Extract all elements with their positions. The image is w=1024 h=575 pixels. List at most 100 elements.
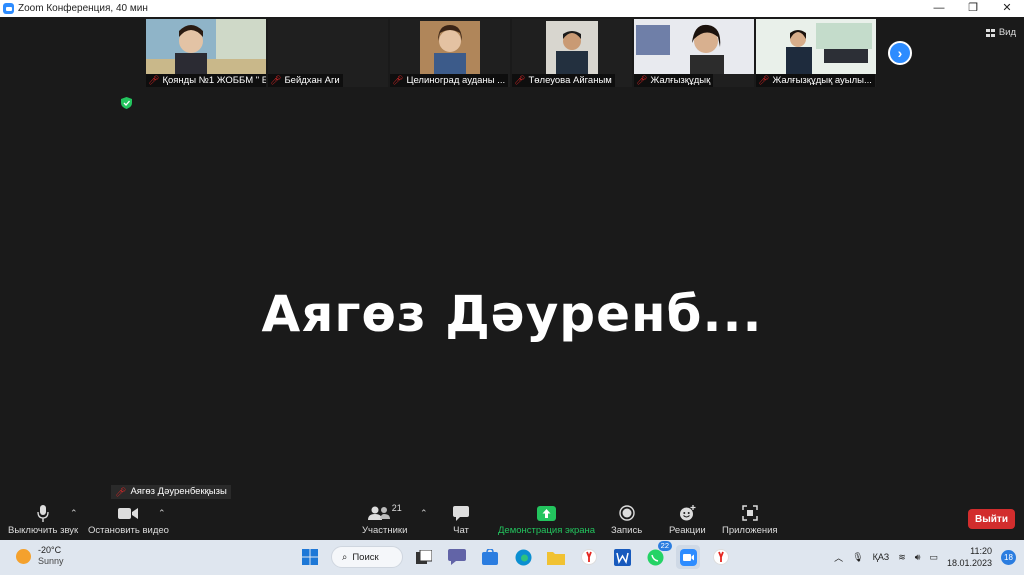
sun-icon: [16, 548, 31, 564]
start-button[interactable]: [298, 545, 322, 569]
wifi-icon[interactable]: ≋: [898, 552, 906, 563]
language-indicator[interactable]: ҚАЗ: [873, 552, 890, 562]
share-screen-label: Демонстрация экрана: [498, 525, 596, 536]
microphone-tray-icon[interactable]: 🎙︎: [852, 552, 863, 563]
record-label: Запись: [611, 525, 643, 536]
view-button[interactable]: Вид: [985, 27, 1016, 38]
notification-badge[interactable]: 18: [1001, 549, 1016, 565]
reactions-label: Реакции: [669, 525, 706, 536]
apps-label: Приложения: [722, 525, 778, 536]
mic-muted-icon: 🎤︎: [115, 487, 127, 497]
participant-name: Целиноград ауданы ...: [406, 75, 506, 86]
store-icon[interactable]: [478, 545, 502, 569]
mute-label: Выключить звук: [8, 525, 79, 536]
clock-date: 18.01.2023: [946, 558, 992, 568]
participant-name: Төлеуова Айганым: [528, 75, 612, 86]
participant-tile[interactable]: 🎤︎ Төлеуова Айганым: [512, 19, 632, 87]
camera-icon: [118, 507, 139, 519]
participant-tile[interactable]: 🎤︎ Целиноград ауданы ...: [390, 19, 510, 87]
mic-muted-icon: 🎤︎: [270, 75, 282, 85]
microphone-icon: [37, 504, 49, 522]
participant-video: [390, 19, 510, 74]
participants-count: 21: [391, 503, 402, 513]
stop-video-label: Остановить видео: [88, 525, 169, 536]
word-icon[interactable]: [610, 545, 634, 569]
search-icon: ⌕: [342, 551, 348, 563]
taskbar-apps: ⌕ Поиск 22: [298, 541, 733, 569]
participant-name: Жалғызқұдық ауылы...: [772, 75, 872, 86]
zoom-taskbar-icon[interactable]: [676, 545, 700, 569]
chat-label: Чат: [453, 525, 469, 536]
apps-button[interactable]: Приложения: [722, 503, 778, 536]
volume-icon[interactable]: 🔊︎: [915, 552, 921, 563]
self-name: Аягөз Дәуренбекқызы: [130, 486, 227, 497]
participants-icon: [367, 506, 390, 520]
clock-time: 11:20: [970, 546, 992, 556]
participant-strip: 🎤︎ Қоянды №1 ЖОББМ " Б... 🎤︎ Бейдхан Аги 🎤…: [146, 19, 876, 87]
task-view-icon[interactable]: [412, 545, 436, 569]
mic-muted-icon: 🎤︎: [758, 75, 770, 85]
participant-tile[interactable]: 🎤︎ Бейдхан Аги: [268, 19, 388, 87]
zoom-logo-icon: [3, 3, 14, 14]
minimize-button[interactable]: —: [922, 0, 956, 17]
meeting-toolbar: Выключить звук ⌃ Остановить видео ⌃ 21 У…: [0, 500, 1024, 540]
share-screen-button[interactable]: Демонстрация экрана: [498, 503, 595, 536]
self-name-tag: 🎤︎ Аягөз Дәуренбекқызы: [111, 485, 231, 499]
video-options-caret-icon[interactable]: ⌃: [158, 508, 166, 519]
chevron-up-icon[interactable]: ︿: [834, 551, 843, 564]
chat-button[interactable]: Чат: [453, 503, 469, 536]
mic-muted-icon: 🎤︎: [148, 75, 160, 85]
reactions-button[interactable]: Реакции: [669, 503, 706, 536]
mute-button[interactable]: Выключить звук: [8, 503, 78, 536]
leave-button[interactable]: Выйти: [968, 509, 1015, 529]
participant-video: [634, 19, 754, 74]
participant-video: [146, 19, 266, 74]
stop-video-button[interactable]: Остановить видео: [88, 503, 169, 536]
battery-icon[interactable]: ▭: [929, 552, 938, 563]
participant-tile[interactable]: 🎤︎ Қоянды №1 ЖОББМ " Б...: [146, 19, 266, 87]
taskbar-search[interactable]: ⌕ Поиск: [331, 546, 403, 568]
teams-chat-icon[interactable]: [445, 545, 469, 569]
whatsapp-icon[interactable]: 22: [643, 541, 672, 569]
windows-taskbar: -20°C Sunny ⌕ Поиск 22 ︿ 🎙︎ ҚАЗ ≋ 🔊︎ ▭ 1…: [0, 540, 1024, 575]
windows-logo-icon: [302, 549, 318, 565]
audio-options-caret-icon[interactable]: ⌃: [70, 508, 78, 519]
participant-tile[interactable]: 🎤︎ Жалғызқұдық ауылы...: [756, 19, 876, 87]
participant-name: Қоянды №1 ЖОББМ " Б...: [162, 75, 266, 86]
yandex-browser-icon[interactable]: [577, 545, 601, 569]
participants-button[interactable]: 21 Участники: [362, 503, 407, 536]
weather-widget[interactable]: -20°C Sunny: [16, 545, 64, 567]
mic-muted-icon: 🎤︎: [392, 75, 404, 85]
participants-label: Участники: [362, 525, 408, 536]
meeting-area: 🎤︎ Қоянды №1 ЖОББМ " Б... 🎤︎ Бейдхан Аги 🎤…: [0, 17, 1024, 500]
system-tray: ︿ 🎙︎ ҚАЗ ≋ 🔊︎ ▭ 11:20 18.01.2023 18: [834, 545, 1016, 569]
yandex-icon[interactable]: [709, 545, 733, 569]
apps-icon: [742, 505, 758, 521]
record-button[interactable]: Запись: [611, 503, 642, 536]
share-screen-icon: [537, 505, 557, 521]
encryption-shield-icon[interactable]: [121, 97, 132, 109]
weather-condition: Sunny: [38, 556, 64, 566]
reactions-icon: [679, 504, 696, 520]
next-page-button[interactable]: ›: [888, 41, 912, 65]
maximize-button[interactable]: ❐: [956, 0, 990, 17]
participants-options-caret-icon[interactable]: ⌃: [420, 508, 428, 519]
edge-icon[interactable]: [511, 545, 535, 569]
window-title: Zoom Конференция, 40 мин: [18, 3, 148, 14]
active-speaker-name: Аягөз Дәуренб...: [261, 285, 763, 343]
close-button[interactable]: ✕: [990, 0, 1024, 17]
record-icon: [618, 505, 635, 521]
window-controls: — ❐ ✕: [922, 0, 1024, 17]
grid-icon: [985, 28, 995, 37]
weather-temp: -20°C: [38, 545, 62, 555]
participant-name: Жалғызқұдық: [650, 75, 711, 86]
clock[interactable]: 11:20 18.01.2023: [947, 545, 992, 569]
file-explorer-icon[interactable]: [544, 545, 568, 569]
mic-muted-icon: 🎤︎: [514, 75, 526, 85]
participant-name: Бейдхан Аги: [284, 75, 340, 86]
mic-muted-icon: 🎤︎: [636, 75, 648, 85]
participant-tile[interactable]: 🎤︎ Жалғызқұдық: [634, 19, 754, 87]
view-label: Вид: [998, 27, 1016, 38]
search-label: Поиск: [352, 551, 379, 563]
whatsapp-badge: 22: [657, 541, 672, 551]
